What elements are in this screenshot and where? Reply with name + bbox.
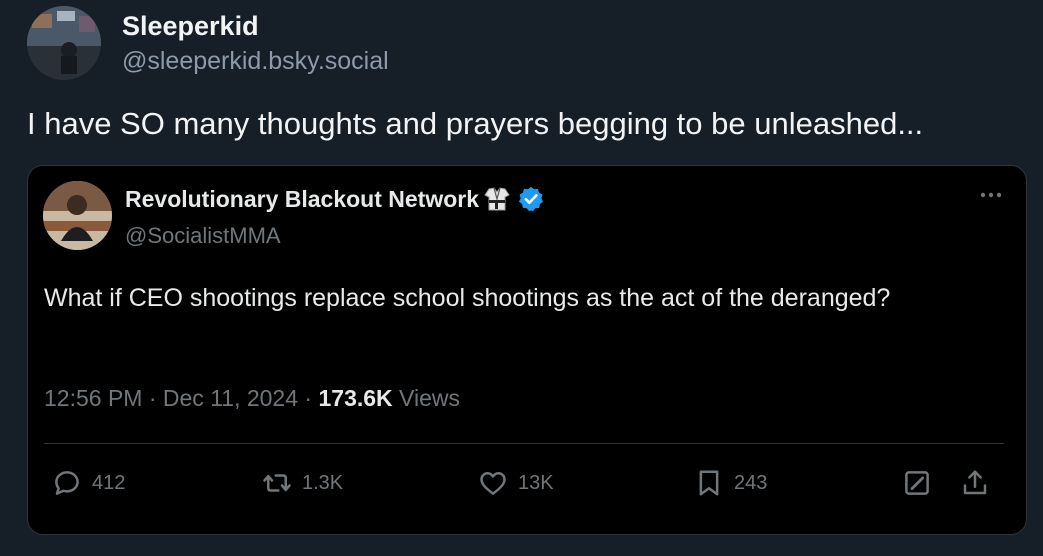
share-button[interactable]: [960, 468, 990, 498]
grok-button[interactable]: [902, 468, 932, 498]
reply-button[interactable]: 412: [52, 468, 125, 498]
author-avatar[interactable]: [27, 6, 101, 80]
meta-separator: ·: [148, 385, 157, 411]
quoted-name-row[interactable]: Revolutionary Blackout Network: [125, 185, 545, 213]
heart-icon: [480, 472, 506, 495]
quoted-avatar[interactable]: [43, 181, 112, 250]
author-name[interactable]: Sleeperkid: [122, 11, 259, 42]
verified-badge-icon: [517, 185, 545, 213]
meta-separator: ·: [304, 385, 313, 411]
quoted-meta: 12:56 PM · Dec 11, 2024 · 173.6K Views: [44, 385, 460, 412]
quoted-text: What if CEO shootings replace school sho…: [44, 284, 891, 312]
repost-icon: [263, 474, 291, 492]
post-text: I have SO many thoughts and prayers begg…: [27, 106, 924, 141]
quoted-tweet-card[interactable]: Revolutionary Blackout Network @Socialis…: [27, 165, 1027, 535]
quoted-handle[interactable]: @SocialistMMA: [125, 223, 281, 249]
martial-arts-uniform-icon: [483, 185, 511, 213]
bookmark-count: 243: [734, 471, 768, 494]
quoted-name[interactable]: Revolutionary Blackout Network: [125, 186, 479, 213]
views-count: 173.6K: [318, 385, 393, 411]
author-handle[interactable]: @sleeperkid.bsky.social: [122, 47, 389, 76]
page: Sleeperkid @sleeperkid.bsky.social I hav…: [0, 0, 1043, 556]
reply-icon: [55, 471, 79, 495]
divider: [44, 443, 1004, 444]
share-icon: [963, 470, 987, 495]
repost-count: 1.3K: [302, 471, 344, 494]
more-options-icon[interactable]: [978, 188, 1004, 200]
like-button[interactable]: 13K: [478, 468, 554, 498]
quoted-time[interactable]: 12:56 PM: [44, 385, 142, 411]
bookmark-button[interactable]: 243: [694, 468, 767, 498]
like-count: 13K: [518, 471, 554, 494]
repost-button[interactable]: 1.3K: [262, 468, 343, 498]
quoted-date[interactable]: Dec 11, 2024: [163, 385, 298, 411]
bookmark-icon: [699, 470, 719, 496]
grok-icon: [905, 471, 929, 495]
reply-count: 412: [92, 471, 126, 494]
views-label: Views: [399, 385, 460, 411]
